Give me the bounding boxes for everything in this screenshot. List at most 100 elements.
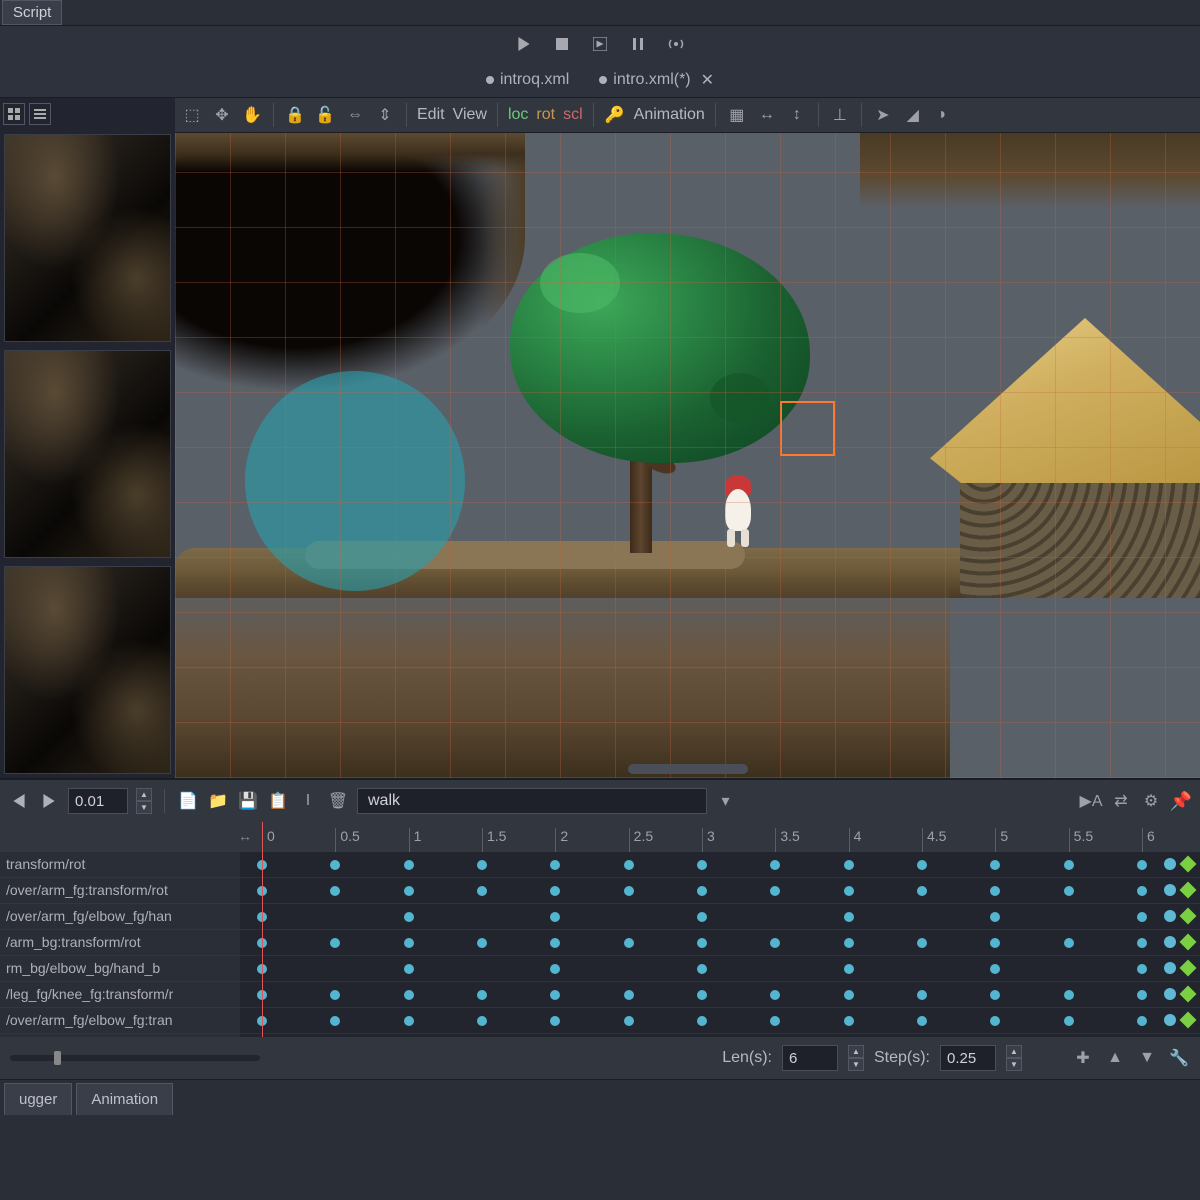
snap-v-icon[interactable]: ↕	[786, 104, 808, 126]
stop-icon[interactable]	[553, 35, 571, 53]
asset-thumb[interactable]	[4, 134, 171, 342]
keyframe[interactable]	[990, 964, 1000, 974]
keyframe[interactable]	[624, 886, 634, 896]
loop-icon[interactable]: ⇄	[1110, 790, 1132, 812]
keyframe[interactable]	[477, 886, 487, 896]
autoplay-icon[interactable]: ▶A	[1080, 790, 1102, 812]
keyframe[interactable]	[404, 886, 414, 896]
keyframe[interactable]	[624, 1016, 634, 1026]
rename-icon[interactable]: I	[297, 790, 319, 812]
tab-debugger[interactable]: ugger	[4, 1083, 72, 1115]
lock-icon[interactable]: 🔒	[284, 104, 306, 126]
keyframe[interactable]	[550, 1016, 560, 1026]
snap-icon[interactable]: ▦	[726, 104, 748, 126]
keyframe[interactable]	[844, 964, 854, 974]
cursor-icon[interactable]: ➤	[872, 104, 894, 126]
keyframe[interactable]	[990, 990, 1000, 1000]
pause-icon[interactable]	[629, 35, 647, 53]
move-down-icon[interactable]: ▼	[1136, 1047, 1158, 1069]
track-end-icon[interactable]	[1164, 858, 1176, 870]
keyframe[interactable]	[844, 860, 854, 870]
keyframe[interactable]	[697, 1016, 707, 1026]
step-input[interactable]	[940, 1045, 996, 1071]
keyframe[interactable]	[404, 912, 414, 922]
track-end-icon[interactable]	[1164, 910, 1176, 922]
keyframe[interactable]	[770, 1016, 780, 1026]
keyframe[interactable]	[1137, 912, 1147, 922]
keyframe[interactable]	[844, 1016, 854, 1026]
track-row[interactable]	[240, 878, 1200, 904]
track-row[interactable]	[240, 904, 1200, 930]
resize-icon[interactable]: ↔	[238, 828, 252, 844]
viewport-hscroll[interactable]	[628, 764, 748, 774]
keyframe[interactable]	[990, 938, 1000, 948]
list-view-icon[interactable]	[29, 103, 51, 125]
keyframe[interactable]	[330, 1016, 340, 1026]
track-end-icon[interactable]	[1164, 962, 1176, 974]
keyframe[interactable]	[330, 886, 340, 896]
keyframe[interactable]	[550, 938, 560, 948]
timeline-grid[interactable]: ↔ 00.511.522.533.544.555.56	[240, 822, 1200, 1037]
doc-tab-1[interactable]: introq.xml	[486, 71, 569, 89]
keyframe[interactable]	[770, 938, 780, 948]
keyframe[interactable]	[697, 912, 707, 922]
animation-name-input[interactable]	[357, 788, 707, 814]
vflip-icon[interactable]: ⇕	[374, 104, 396, 126]
keyframe[interactable]	[697, 886, 707, 896]
keyframe[interactable]	[990, 886, 1000, 896]
track-end-icon[interactable]	[1164, 988, 1176, 1000]
add-track-icon[interactable]: ✚	[1072, 1047, 1094, 1069]
grid-view-icon[interactable]	[3, 103, 25, 125]
track-row[interactable]	[240, 852, 1200, 878]
time-up-icon[interactable]: ▲	[136, 788, 152, 801]
keyframe[interactable]	[917, 938, 927, 948]
loc-toggle[interactable]: loc	[508, 106, 528, 124]
anim-dropdown-icon[interactable]: ▾	[715, 790, 737, 812]
keyframe[interactable]	[1064, 938, 1074, 948]
track-edit-icon[interactable]	[1180, 960, 1197, 977]
keyframe[interactable]	[1137, 964, 1147, 974]
keyframe[interactable]	[1064, 860, 1074, 870]
keyframe[interactable]	[550, 912, 560, 922]
key-icon[interactable]: 🔑	[604, 104, 626, 126]
playhead[interactable]	[262, 822, 263, 1037]
track-label[interactable]: rm_bg/elbow_bg/hand_b	[0, 956, 240, 982]
keyframe[interactable]	[990, 860, 1000, 870]
keyframe[interactable]	[404, 1016, 414, 1026]
animation-menu[interactable]: Animation	[634, 106, 705, 124]
keyframe[interactable]	[477, 1016, 487, 1026]
time-ruler[interactable]: ↔ 00.511.522.533.544.555.56	[240, 822, 1200, 852]
keyframe[interactable]	[917, 1016, 927, 1026]
keyframe[interactable]	[770, 990, 780, 1000]
keyframe[interactable]	[1064, 990, 1074, 1000]
track-edit-icon[interactable]	[1180, 856, 1197, 873]
broadcast-icon[interactable]	[667, 35, 685, 53]
keyframe[interactable]	[770, 860, 780, 870]
keyframe[interactable]	[1137, 938, 1147, 948]
keyframe[interactable]	[844, 912, 854, 922]
open-anim-icon[interactable]: 📁	[207, 790, 229, 812]
anchor-icon[interactable]: ⊥	[829, 104, 851, 126]
keyframe[interactable]	[1064, 886, 1074, 896]
track-label[interactable]: /over/arm_fg/elbow_fg/han	[0, 904, 240, 930]
track-label[interactable]: /over/arm_fg/elbow_fg:tran	[0, 1008, 240, 1034]
keyframe[interactable]	[844, 990, 854, 1000]
keyframe[interactable]	[1137, 886, 1147, 896]
unlock-icon[interactable]: 🔓	[314, 104, 336, 126]
keyframe[interactable]	[404, 964, 414, 974]
keyframe[interactable]	[990, 1016, 1000, 1026]
move-tool-icon[interactable]: ✥	[211, 104, 233, 126]
len-input[interactable]	[782, 1045, 838, 1071]
viewport[interactable]	[175, 133, 1200, 778]
play-reverse-icon[interactable]	[8, 790, 30, 812]
play-scene-icon[interactable]	[591, 35, 609, 53]
len-up-icon[interactable]: ▲	[848, 1045, 864, 1058]
step-down-icon[interactable]: ▼	[1006, 1058, 1022, 1071]
tab-animation[interactable]: Animation	[76, 1083, 173, 1115]
keyframe[interactable]	[477, 860, 487, 870]
keyframe[interactable]	[697, 860, 707, 870]
keyframe[interactable]	[550, 990, 560, 1000]
track-end-icon[interactable]	[1164, 884, 1176, 896]
track-edit-icon[interactable]	[1180, 1012, 1197, 1029]
track-edit-icon[interactable]	[1180, 908, 1197, 925]
